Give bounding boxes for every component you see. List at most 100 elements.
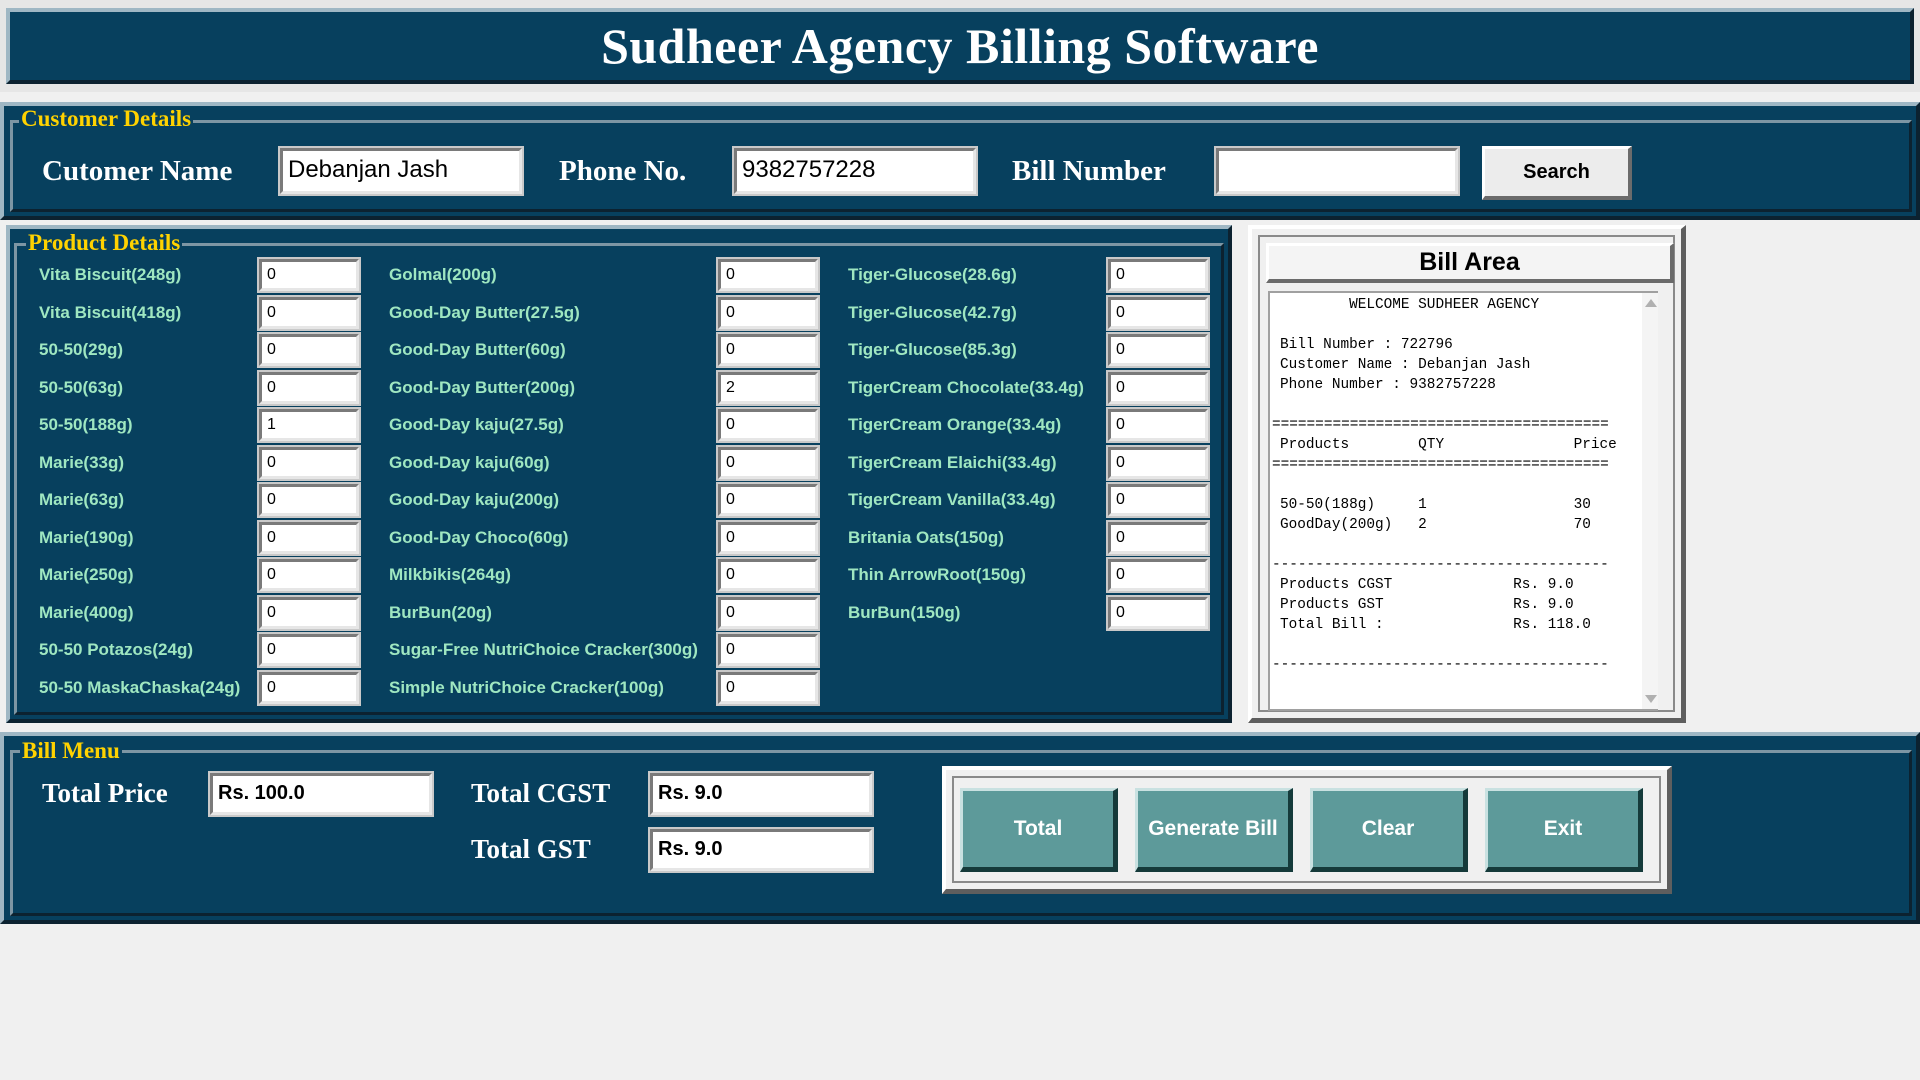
- exit-button[interactable]: Exit: [1485, 788, 1643, 872]
- product-qty-input[interactable]: 0: [1106, 332, 1210, 368]
- app-title: Sudheer Agency Billing Software: [601, 18, 1319, 74]
- total-button[interactable]: Total: [960, 788, 1118, 872]
- product-label: Tiger-Glucose(85.3g): [848, 340, 1017, 359]
- customer-name-label: Cutomer Name: [42, 155, 233, 187]
- product-label: Good-Day kaju(60g): [389, 452, 550, 472]
- bill-line: Total Bill : Rs. 118.0: [1280, 617, 1591, 633]
- product-qty-input[interactable]: 0: [257, 669, 361, 706]
- product-qty-input[interactable]: 0: [716, 407, 820, 443]
- bill-line: [1280, 635, 1656, 655]
- bill-line: WELCOME SUDHEER AGENCY: [1280, 297, 1540, 313]
- bill-line: Bill Number : 722796: [1280, 337, 1453, 353]
- product-qty-input[interactable]: 0: [1106, 519, 1210, 556]
- product-label: Milkbikis(264g): [389, 565, 511, 584]
- bill-line: ---------------------------------------: [1272, 657, 1609, 673]
- bill-area-panel: Bill Area WELCOME SUDHEER AGENCY Bill Num…: [1248, 225, 1686, 723]
- product-qty-input[interactable]: 0: [716, 482, 820, 518]
- product-label: Golmal(200g): [389, 265, 497, 284]
- product-qty-input[interactable]: 0: [1106, 257, 1210, 293]
- title-bar: Sudheer Agency Billing Software: [0, 0, 1920, 92]
- product-label: 50-50(188g): [39, 415, 133, 434]
- product-qty-input[interactable]: 0: [716, 444, 820, 481]
- bill-line: Products QTY Price: [1280, 437, 1617, 453]
- product-qty-input[interactable]: 0: [1106, 294, 1210, 331]
- product-qty-input[interactable]: 0: [1106, 407, 1210, 443]
- product-label: Marie(190g): [39, 527, 134, 547]
- bill-line: Products CGST Rs. 9.0: [1280, 577, 1574, 593]
- product-qty-input[interactable]: 0: [257, 557, 361, 593]
- product-qty-input[interactable]: 0: [257, 594, 361, 631]
- customer-name-input[interactable]: Debanjan Jash: [278, 146, 524, 196]
- bill-line: Products GST Rs. 9.0: [1280, 597, 1574, 613]
- product-qty-input[interactable]: 0: [1106, 369, 1210, 406]
- product-label: 50-50 Potazos(24g): [39, 640, 193, 659]
- bill-line: [1280, 475, 1656, 495]
- product-label: Thin ArrowRoot(150g): [848, 565, 1026, 584]
- product-qty-input[interactable]: 0: [1106, 594, 1210, 631]
- bill-line: =======================================: [1272, 417, 1609, 433]
- total-cgst-input[interactable]: Rs. 9.0: [648, 771, 874, 817]
- action-buttons-frame: Total Generate Bill Clear Exit: [942, 766, 1672, 894]
- scroll-down-arrow-icon[interactable]: [1645, 695, 1657, 703]
- bill-scrollbar[interactable]: [1642, 293, 1658, 709]
- bill-number-label: Bill Number: [1012, 155, 1166, 187]
- product-qty-input[interactable]: 0: [257, 257, 361, 293]
- product-label: TigerCream Orange(33.4g): [848, 415, 1062, 434]
- product-qty-input[interactable]: 2: [716, 369, 820, 406]
- product-details-legend: Product Details: [26, 230, 183, 255]
- product-label: Good-Day Choco(60g): [389, 527, 569, 547]
- product-qty-input[interactable]: 0: [716, 257, 820, 293]
- product-label: TigerCream Chocolate(33.4g): [848, 377, 1084, 397]
- product-label: Britania Oats(150g): [848, 527, 1004, 547]
- product-qty-input[interactable]: 1: [257, 407, 361, 443]
- product-qty-input[interactable]: 0: [716, 332, 820, 368]
- product-qty-input[interactable]: 0: [1106, 444, 1210, 481]
- product-label: Tiger-Glucose(42.7g): [848, 302, 1017, 322]
- product-qty-input[interactable]: 0: [257, 369, 361, 406]
- product-qty-input[interactable]: 0: [716, 632, 820, 668]
- product-qty-input[interactable]: 0: [716, 669, 820, 706]
- product-label: Good-Day kaju(27.5g): [389, 415, 564, 434]
- product-label: Good-Day Butter(27.5g): [389, 302, 580, 322]
- phone-input[interactable]: 9382757228: [732, 146, 978, 196]
- product-qty-input[interactable]: 0: [257, 444, 361, 481]
- bill-menu-legend: Bill Menu: [20, 738, 122, 763]
- product-label: TigerCream Elaichi(33.4g): [848, 452, 1057, 472]
- product-qty-input[interactable]: 0: [257, 332, 361, 368]
- total-gst-label: Total GST: [471, 834, 591, 864]
- bill-line: 50-50(188g) 1 30: [1280, 497, 1591, 513]
- product-qty-input[interactable]: 0: [1106, 482, 1210, 518]
- product-label: Marie(250g): [39, 565, 134, 584]
- product-qty-input[interactable]: 0: [716, 557, 820, 593]
- total-price-label: Total Price: [42, 778, 168, 808]
- bill-textarea[interactable]: WELCOME SUDHEER AGENCY Bill Number : 7227…: [1268, 291, 1658, 711]
- product-qty-input[interactable]: 0: [257, 519, 361, 556]
- customer-details-legend: Customer Details: [19, 106, 194, 131]
- product-qty-input[interactable]: 0: [716, 519, 820, 556]
- product-label: TigerCream Vanilla(33.4g): [848, 490, 1056, 509]
- title-panel: Sudheer Agency Billing Software: [6, 8, 1914, 84]
- total-price-input[interactable]: Rs. 100.0: [208, 771, 434, 817]
- product-qty-input[interactable]: 0: [1106, 557, 1210, 593]
- bill-number-input[interactable]: [1214, 146, 1460, 196]
- product-label: Good-Day Butter(60g): [389, 340, 566, 359]
- customer-details-panel: Customer Details Cutomer Name Debanjan J…: [0, 102, 1920, 220]
- product-qty-input[interactable]: 0: [257, 482, 361, 518]
- product-qty-input[interactable]: 0: [716, 294, 820, 331]
- product-label: Simple NutriChoice Cracker(100g): [389, 677, 664, 697]
- scroll-up-arrow-icon[interactable]: [1645, 299, 1657, 307]
- clear-button[interactable]: Clear: [1310, 788, 1468, 872]
- bill-line: [1280, 395, 1656, 415]
- total-gst-input[interactable]: Rs. 9.0: [648, 827, 874, 873]
- product-qty-input[interactable]: 0: [257, 632, 361, 668]
- product-qty-input[interactable]: 0: [716, 594, 820, 631]
- bill-area-heading: Bill Area: [1266, 243, 1674, 283]
- product-label: Good-Day Butter(200g): [389, 377, 576, 397]
- product-qty-input[interactable]: 0: [257, 294, 361, 331]
- bill-line: Phone Number : 9382757228: [1280, 377, 1496, 393]
- product-details-panel: Product Details Vita Biscuit(248g) 0 Vita …: [6, 225, 1232, 723]
- product-label: Tiger-Glucose(28.6g): [848, 265, 1017, 284]
- generate-bill-button[interactable]: Generate Bill: [1135, 788, 1293, 872]
- bill-line: =======================================: [1272, 457, 1609, 473]
- search-button[interactable]: Search: [1482, 146, 1632, 200]
